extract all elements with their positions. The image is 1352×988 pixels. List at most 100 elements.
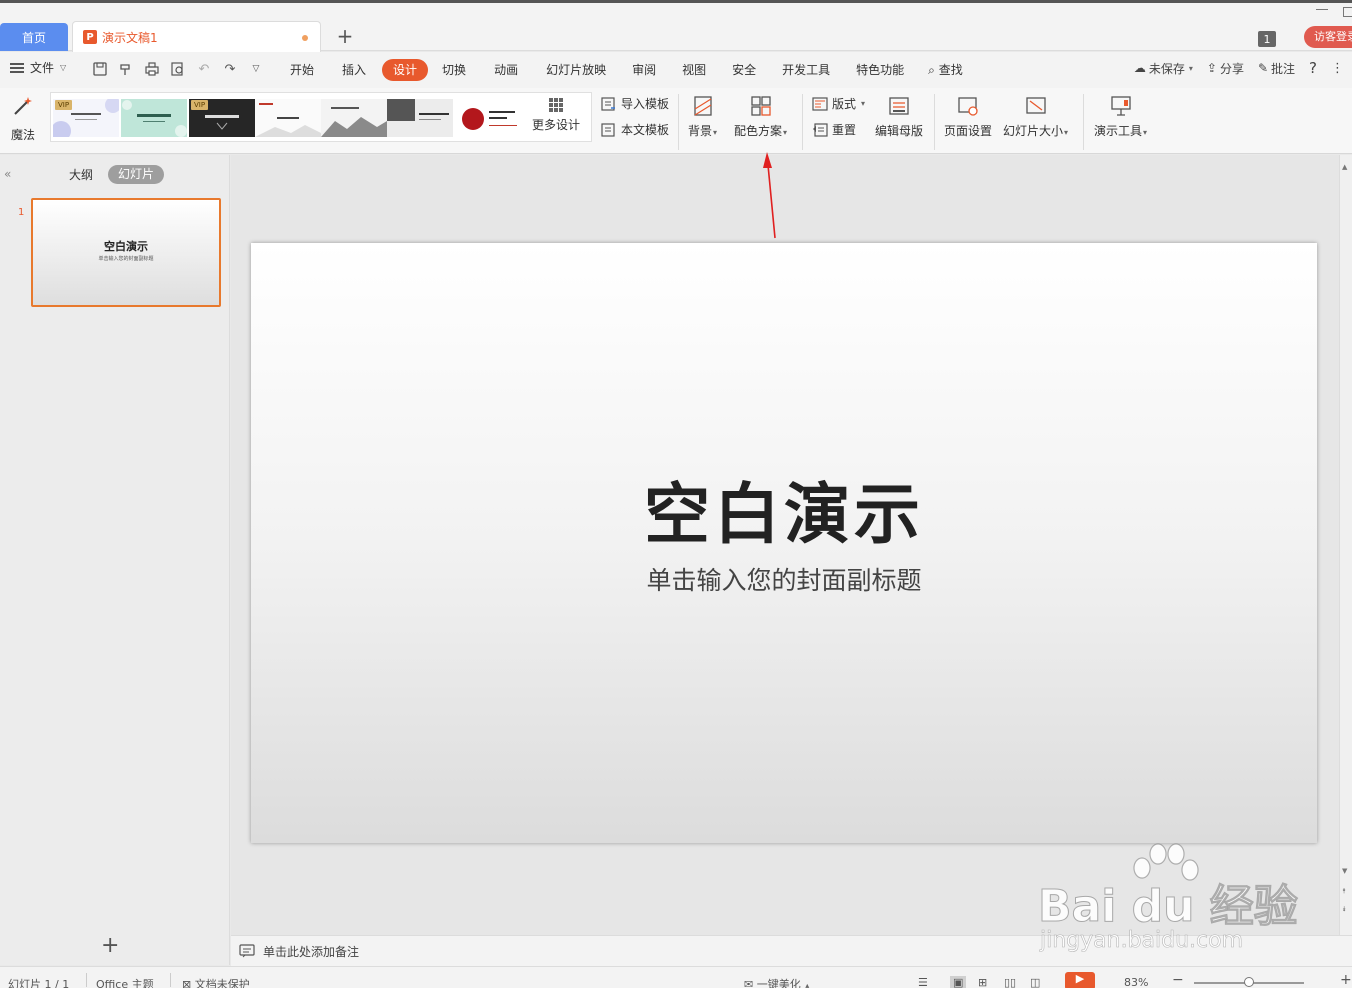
template-thumbnail[interactable] <box>455 99 521 137</box>
document-protection[interactable]: ⊠ 文档未保护 <box>182 976 250 988</box>
zoom-level[interactable]: 83% <box>1124 976 1148 988</box>
more-design-button[interactable]: 更多设计 <box>532 98 580 133</box>
slide-subtitle[interactable]: 单击输入您的封面副标题 <box>251 561 1317 597</box>
presentation-tools-button[interactable]: 演示工具▾ <box>1094 95 1147 139</box>
menu-bar: 文件 ▽ ↶ ↷ ▽ 开始 插入 设计 切换 动画 幻灯片放映 审阅 视图 安全… <box>0 52 1352 88</box>
play-slideshow-button[interactable]: ▶ <box>1065 972 1095 988</box>
next-slide-icon[interactable]: ⯯ <box>1342 905 1346 914</box>
import-template-button[interactable]: 导入模板 <box>601 95 669 112</box>
theme-name[interactable]: Office 主题 <box>96 976 154 988</box>
more-options-icon[interactable]: ⋮ <box>1331 61 1344 76</box>
template-thumbnail[interactable] <box>255 99 321 137</box>
notes-toggle-icon[interactable]: ☰ <box>918 976 928 988</box>
add-slide-button[interactable]: + <box>101 935 119 957</box>
chevron-down-icon: ▾ <box>861 99 866 108</box>
print-preview-icon[interactable] <box>170 61 186 77</box>
presenter-view-icon[interactable]: ◫ <box>1030 976 1040 988</box>
template-thumbnail[interactable] <box>321 99 387 137</box>
tab-start[interactable]: 开始 <box>280 59 324 81</box>
layout-button[interactable]: 版式 ▾ <box>812 95 865 112</box>
color-scheme-label: 配色方案 <box>734 124 783 138</box>
background-button[interactable]: 背景▾ <box>688 95 717 139</box>
unsaved-dot-icon <box>302 35 308 41</box>
tab-slides[interactable]: 幻灯片 <box>108 165 164 184</box>
print-icon[interactable] <box>144 61 160 77</box>
customize-toolbar-icon[interactable]: ▽ <box>248 61 264 77</box>
current-slide[interactable]: 空白演示 单击输入您的封面副标题 <box>251 243 1317 843</box>
zoom-out-icon[interactable]: − <box>1172 972 1184 988</box>
tab-transition[interactable]: 切换 <box>432 59 476 81</box>
window-count-badge[interactable]: 1 <box>1258 31 1276 47</box>
ribbon-separator <box>802 94 803 150</box>
chevron-up-icon: ▴ <box>805 981 810 988</box>
slide-size-label: 幻灯片大小 <box>1003 124 1064 138</box>
tab-outline[interactable]: 大纲 <box>69 166 93 183</box>
tab-security[interactable]: 安全 <box>722 59 766 81</box>
tab-home[interactable]: 首页 <box>0 23 68 51</box>
search-icon: ⌕ <box>928 63 935 77</box>
share-button[interactable]: ⇪ 分享 <box>1207 60 1244 77</box>
maximize-icon[interactable] <box>1343 7 1352 17</box>
template-thumbnail[interactable]: VIP <box>53 99 119 137</box>
format-painter-icon[interactable] <box>118 61 134 77</box>
minimize-icon[interactable] <box>1316 9 1328 10</box>
tab-slideshow[interactable]: 幻灯片放映 <box>536 59 616 81</box>
slide-count: 幻灯片 1 / 1 <box>8 978 70 988</box>
tab-design[interactable]: 设计 <box>382 59 429 81</box>
tab-features[interactable]: 特色功能 <box>846 59 914 81</box>
file-menu[interactable]: 文件 ▽ <box>10 59 66 76</box>
reset-label: 重置 <box>832 123 857 137</box>
reset-icon <box>813 122 828 137</box>
edit-master-icon <box>889 97 909 115</box>
tab-review[interactable]: 审阅 <box>622 59 666 81</box>
slide-size-button[interactable]: 幻灯片大小▾ <box>1003 95 1068 139</box>
template-thumbnail[interactable] <box>121 99 187 137</box>
redo-icon[interactable]: ↷ <box>222 61 238 77</box>
this-template-button[interactable]: 本文模板 <box>601 121 669 138</box>
tab-document[interactable]: P 演示文稿1 <box>72 21 321 52</box>
zoom-slider-handle[interactable] <box>1244 977 1254 987</box>
sorter-view-icon[interactable]: ⊞ <box>978 976 987 988</box>
comment-label: 批注 <box>1271 61 1296 76</box>
template-thumbnail[interactable]: VIP <box>189 99 255 137</box>
reset-button[interactable]: 重置 <box>812 121 856 138</box>
unsaved-button[interactable]: ☁ 未保存 ▾ <box>1134 60 1193 77</box>
prev-slide-icon[interactable]: ⯭ <box>1342 887 1346 896</box>
vertical-scrollbar[interactable]: ▲ ▼ ⯭ ⯯ <box>1339 155 1352 935</box>
normal-view-icon[interactable]: ▣ <box>950 976 967 988</box>
tab-animation[interactable]: 动画 <box>484 59 528 81</box>
zoom-in-icon[interactable]: + <box>1340 972 1352 988</box>
template-thumbnail[interactable] <box>387 99 453 137</box>
slide-canvas: 空白演示 单击输入您的封面副标题 <box>231 155 1339 935</box>
status-separator <box>86 973 87 987</box>
this-template-label: 本文模板 <box>621 123 670 137</box>
page-setup-label: 页面设置 <box>944 124 993 138</box>
color-scheme-button[interactable]: 配色方案▾ <box>734 95 787 139</box>
notes-bar[interactable]: 单击此处添加备注 <box>231 935 1352 966</box>
notes-icon <box>239 944 255 958</box>
slide-title[interactable]: 空白演示 <box>251 461 1317 557</box>
tab-view[interactable]: 视图 <box>672 59 716 81</box>
visitor-login-button[interactable]: 访客登录 <box>1304 26 1352 48</box>
vip-badge: VIP <box>55 100 73 110</box>
comment-button[interactable]: ✎ 批注 <box>1258 60 1295 77</box>
tab-insert[interactable]: 插入 <box>332 59 376 81</box>
reading-view-icon[interactable]: ▯▯ <box>1004 976 1016 988</box>
scroll-down-icon[interactable]: ▼ <box>1342 867 1347 875</box>
color-scheme-icon <box>750 96 771 116</box>
scroll-up-icon[interactable]: ▲ <box>1342 163 1347 171</box>
beautify-label: 一键美化 <box>756 978 801 988</box>
page-setup-button[interactable]: 页面设置 <box>944 95 992 139</box>
magic-button[interactable]: 魔法 <box>8 94 38 143</box>
edit-master-button[interactable]: 编辑母版 <box>875 95 923 139</box>
new-tab-button[interactable]: + <box>336 25 354 47</box>
save-icon[interactable] <box>92 61 108 77</box>
undo-icon[interactable]: ↶ <box>196 61 212 77</box>
slide-thumbnail[interactable]: 空白演示 单击输入您的封面副标题 <box>31 198 221 307</box>
template-gallery: VIP VIP <box>50 92 592 142</box>
search-button[interactable]: ⌕ 查找 <box>918 59 973 81</box>
collapse-panel-icon[interactable]: « <box>4 167 11 181</box>
help-button[interactable]: ? <box>1309 59 1317 77</box>
tab-developer[interactable]: 开发工具 <box>772 59 840 81</box>
beautify-button[interactable]: ✉ 一键美化 ▴ <box>744 976 809 988</box>
